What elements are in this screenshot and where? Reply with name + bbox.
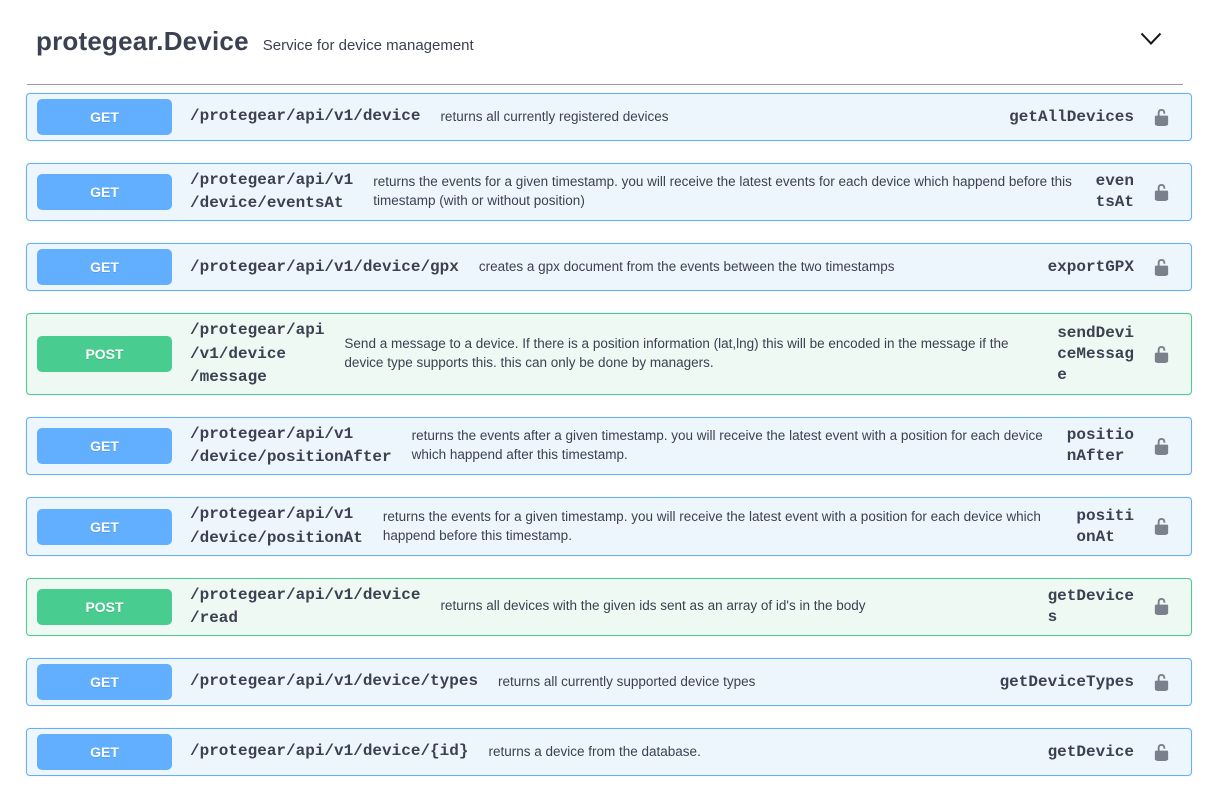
method-button[interactable]: POST: [37, 336, 172, 372]
endpoint-row[interactable]: POST /protegear/api/v1/device /read retu…: [26, 578, 1192, 636]
method-button[interactable]: GET: [37, 249, 172, 285]
auth-lock-button[interactable]: [1152, 673, 1171, 692]
endpoint-description: returns all currently supported device t…: [498, 673, 1000, 692]
auth-lock-button[interactable]: [1152, 437, 1171, 456]
auth-lock-button[interactable]: [1152, 743, 1171, 762]
endpoint-description: returns a device from the database.: [488, 743, 1047, 762]
endpoint-path: /protegear/api/v1/device /read: [190, 584, 420, 630]
method-button[interactable]: GET: [37, 664, 172, 700]
chevron-down-icon: [1140, 34, 1162, 49]
auth-lock-button[interactable]: [1152, 517, 1171, 536]
operation-id: getDeviceTypes: [1000, 672, 1134, 693]
operation-id: positio nAfter: [1067, 425, 1134, 467]
endpoint-path: /protegear/api /v1/device /message: [190, 319, 324, 389]
endpoint-path: /protegear/api/v1 /device/eventsAt: [190, 169, 353, 215]
endpoint-row[interactable]: GET /protegear/api/v1/device/types retur…: [26, 658, 1192, 706]
auth-lock-button[interactable]: [1152, 258, 1171, 277]
collapse-section-button[interactable]: [1138, 30, 1164, 51]
auth-lock-button[interactable]: [1152, 183, 1171, 202]
unlock-icon: [1152, 108, 1171, 127]
endpoint-description: returns all currently registered devices: [440, 108, 1009, 127]
endpoint-path: /protegear/api/v1/device/types: [190, 670, 478, 693]
method-button[interactable]: POST: [37, 589, 172, 625]
endpoint-description: returns the events after a given timesta…: [412, 427, 1067, 465]
unlock-icon: [1152, 597, 1171, 616]
endpoint-description: returns the events for a given timestamp…: [383, 508, 1077, 546]
endpoint-row[interactable]: GET /protegear/api/v1 /device/positionAf…: [26, 417, 1192, 475]
auth-lock-button[interactable]: [1152, 345, 1171, 364]
endpoint-row[interactable]: GET /protegear/api/v1/device returns all…: [26, 93, 1192, 141]
service-header[interactable]: protegear.Device Service for device manag…: [0, 0, 1209, 84]
operation-id: even tsAt: [1096, 171, 1134, 213]
operation-id: getDevice: [1048, 742, 1134, 763]
endpoint-row[interactable]: POST /protegear/api /v1/device /message …: [26, 313, 1192, 395]
method-button[interactable]: GET: [37, 174, 172, 210]
header-divider: [27, 84, 1183, 85]
auth-lock-button[interactable]: [1152, 108, 1171, 127]
endpoint-row[interactable]: GET /protegear/api/v1 /device/positionAt…: [26, 497, 1192, 555]
endpoint-description: Send a message to a device. If there is …: [344, 335, 1057, 373]
endpoint-path: /protegear/api/v1/device: [190, 105, 420, 128]
endpoint-path: /protegear/api/v1/device/{id}: [190, 740, 468, 763]
unlock-icon: [1152, 258, 1171, 277]
operation-id: getDevice s: [1048, 586, 1134, 628]
endpoint-row[interactable]: GET /protegear/api/v1/device/{id} return…: [26, 728, 1192, 776]
endpoint-path: /protegear/api/v1 /device/positionAfter: [190, 423, 392, 469]
operation-id: getAllDevices: [1009, 107, 1134, 128]
service-description: Service for device management: [263, 37, 474, 54]
operation-id: positi onAt: [1076, 506, 1134, 548]
unlock-icon: [1152, 517, 1171, 536]
operation-id: exportGPX: [1048, 257, 1134, 278]
unlock-icon: [1152, 743, 1171, 762]
service-name: protegear.Device: [36, 26, 249, 56]
auth-lock-button[interactable]: [1152, 597, 1171, 616]
endpoint-path: /protegear/api/v1 /device/positionAt: [190, 503, 363, 549]
endpoint-row[interactable]: GET /protegear/api/v1 /device/eventsAt r…: [26, 163, 1192, 221]
method-button[interactable]: GET: [37, 428, 172, 464]
method-button[interactable]: GET: [37, 509, 172, 545]
endpoint-path: /protegear/api/v1/device/gpx: [190, 256, 459, 279]
endpoint-row[interactable]: GET /protegear/api/v1/device/gpx creates…: [26, 243, 1192, 291]
swagger-page: protegear.Device Service for device manag…: [0, 0, 1209, 797]
operations-list: GET /protegear/api/v1/device returns all…: [26, 93, 1192, 797]
unlock-icon: [1152, 437, 1171, 456]
method-button[interactable]: GET: [37, 734, 172, 770]
unlock-icon: [1152, 183, 1171, 202]
unlock-icon: [1152, 345, 1171, 364]
endpoint-description: returns all devices with the given ids s…: [440, 597, 1047, 616]
method-button[interactable]: GET: [37, 99, 172, 135]
endpoint-description: creates a gpx document from the events b…: [479, 258, 1048, 277]
operation-id: sendDevi ceMessag e: [1057, 323, 1134, 385]
endpoint-description: returns the events for a given timestamp…: [373, 173, 1095, 211]
unlock-icon: [1152, 673, 1171, 692]
